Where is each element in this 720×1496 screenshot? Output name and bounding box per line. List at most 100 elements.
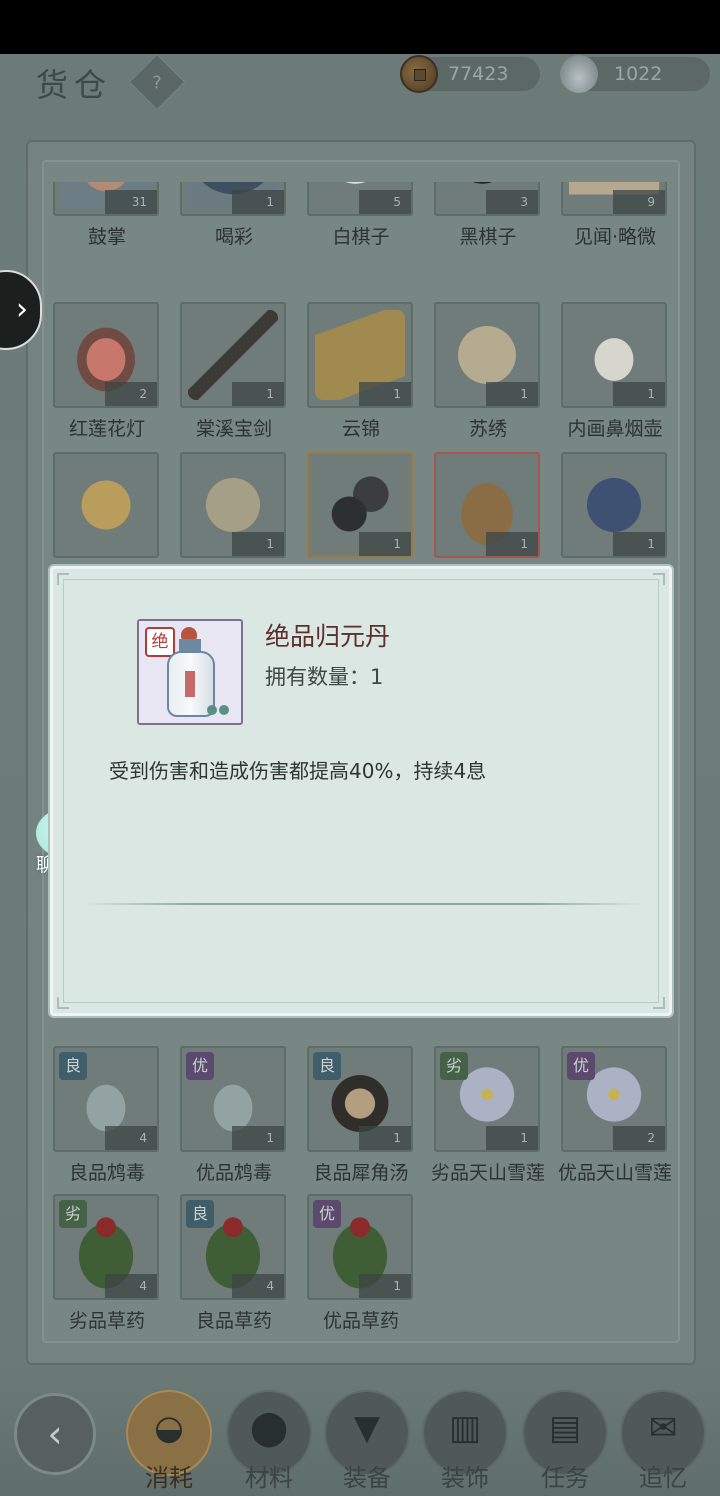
item-name: 棠溪宝剑 [195, 418, 272, 440]
item-name: 白棋子 [332, 226, 390, 248]
item-count: 9 [613, 190, 665, 214]
nav-tab[interactable]: ▤ 任务 [522, 1390, 608, 1496]
item-detail-popup[interactable]: 绝 绝品归元丹 拥有数量：1 受到伤害和造成伤害都提高40%，持续4息 [50, 566, 672, 1016]
inventory-item[interactable]: 5 白棋子 [294, 182, 422, 260]
back-button[interactable]: ‹ [14, 1393, 96, 1475]
robe-icon: ▼ [353, 1408, 381, 1448]
nav-tab[interactable]: ◒ 消耗 [126, 1390, 212, 1496]
item-count: 1 [613, 532, 665, 556]
inventory-item[interactable]: 9 见闻·略微 [548, 182, 676, 260]
item-name: 喝彩 [214, 226, 253, 248]
item-slot: 31 [53, 182, 159, 216]
pill-icon [207, 705, 217, 715]
inventory-item[interactable]: 1 云锦 [294, 302, 422, 452]
item-slot: 1 [180, 182, 286, 216]
inventory-item[interactable]: 1 喝彩 [167, 182, 295, 260]
item-count: 1 [232, 190, 284, 214]
task-book-icon: ▤ [548, 1408, 582, 1448]
inventory-item[interactable]: 2 红莲花灯 [40, 302, 168, 452]
item-slot: 1 [434, 302, 540, 408]
inventory-item[interactable]: 优 1 优品草药 [294, 1194, 422, 1344]
grade-badge: 良 [59, 1052, 87, 1080]
item-count: 2 [105, 382, 157, 406]
nav-tab[interactable]: ▼ 装备 [324, 1390, 410, 1496]
nav-tab[interactable]: ⬤ 材料 [226, 1390, 312, 1496]
materials-icon: ⬤ [249, 1408, 289, 1448]
item-count: 1 [232, 382, 284, 406]
item-slot: 1 [561, 302, 667, 408]
item-count: 2 [613, 1126, 665, 1150]
inventory-item[interactable]: 良 4 良品草药 [167, 1194, 295, 1344]
doll-icon [61, 460, 151, 550]
item-count: 3 [486, 190, 538, 214]
item-slot: 1 [434, 452, 540, 558]
nav-tab-label: 任务 [541, 1464, 589, 1492]
inventory-item[interactable]: 优 2 优品天山雪莲 [548, 1046, 676, 1196]
item-slot: 1 [307, 302, 413, 408]
grade-badge: 优 [186, 1052, 214, 1080]
popup-corner [57, 573, 69, 585]
inventory-item[interactable]: 劣 1 劣品天山雪莲 [421, 1046, 549, 1196]
item-count: 1 [359, 532, 411, 556]
item-count: 1 [359, 382, 411, 406]
popup-item-name: 绝品归元丹 [265, 622, 391, 651]
decor-icon: ▥ [448, 1408, 482, 1448]
inventory-item[interactable]: 劣 4 劣品草药 [40, 1194, 168, 1344]
silver-amount: 1022 [614, 63, 663, 85]
item-name: 内画鼻烟壶 [567, 418, 663, 440]
pill-icon [219, 705, 229, 715]
nav-tab-label: 装饰 [441, 1464, 489, 1492]
copper-coin-icon [400, 55, 438, 93]
item-count: 1 [359, 1274, 411, 1298]
inventory-item[interactable]: 优 1 优品鸩毒 [167, 1046, 295, 1196]
coin-amount: 77423 [448, 63, 509, 85]
item-count: 1 [486, 1126, 538, 1150]
item-slot: 良1 [307, 1046, 413, 1152]
item-count: 1 [486, 382, 538, 406]
inventory-item[interactable]: 良 4 良品鸩毒 [40, 1046, 168, 1196]
inventory-item[interactable]: 1 内画鼻烟壶 [548, 302, 676, 452]
grade-badge: 良 [186, 1200, 214, 1228]
back-arrow-icon: ‹ [47, 1412, 63, 1456]
item-slot: 劣1 [434, 1046, 540, 1152]
item-slot: 9 [561, 182, 667, 216]
popup-item-description: 受到伤害和造成伤害都提高40%，持续4息 [109, 759, 487, 783]
letter-icon: ✉ [648, 1408, 678, 1448]
inventory-item[interactable]: 3 黑棋子 [421, 182, 549, 260]
coin-counter: 77423 [400, 55, 540, 93]
item-name: 红莲花灯 [68, 418, 145, 440]
item-count: 4 [232, 1274, 284, 1298]
quantity-label: 拥有数量： [265, 665, 370, 689]
item-count: 31 [105, 190, 157, 214]
item-slot: 1 [180, 452, 286, 558]
inventory-item[interactable]: 良 1 良品犀角汤 [294, 1046, 422, 1196]
nav-tab[interactable]: ✉ 追忆 [620, 1390, 706, 1496]
nav-tab[interactable]: ▥ 装饰 [422, 1390, 508, 1496]
silver-counter: 1022 [560, 55, 710, 93]
bowl-icon: ◒ [154, 1408, 184, 1448]
popup-corner [57, 997, 69, 1009]
item-slot: 5 [307, 182, 413, 216]
item-slot: 1 [307, 452, 413, 558]
item-slot: 优2 [561, 1046, 667, 1152]
item-slot: 良4 [180, 1194, 286, 1300]
grade-badge: 劣 [440, 1052, 468, 1080]
item-count: 4 [105, 1274, 157, 1298]
grade-badge: 优 [567, 1052, 595, 1080]
inventory-item[interactable]: 1 棠溪宝剑 [167, 302, 295, 452]
grade-badge: 劣 [59, 1200, 87, 1228]
item-name: 苏绣 [468, 418, 507, 440]
bottle-label [185, 671, 195, 697]
item-name: 良品犀角汤 [313, 1162, 409, 1184]
popup-divider [83, 903, 643, 905]
inventory-item[interactable]: 31 鼓掌 [40, 182, 168, 260]
item-count: 1 [232, 532, 284, 556]
item-slot: 优1 [180, 1046, 286, 1152]
item-slot: 3 [434, 182, 540, 216]
inventory-item[interactable]: 1 苏绣 [421, 302, 549, 452]
grade-badge: 绝 [145, 627, 175, 657]
nav-tab-label: 材料 [245, 1464, 293, 1492]
item-name: 云锦 [341, 418, 380, 440]
item-name: 劣品草药 [68, 1310, 145, 1332]
item-slot: 1 [180, 302, 286, 408]
